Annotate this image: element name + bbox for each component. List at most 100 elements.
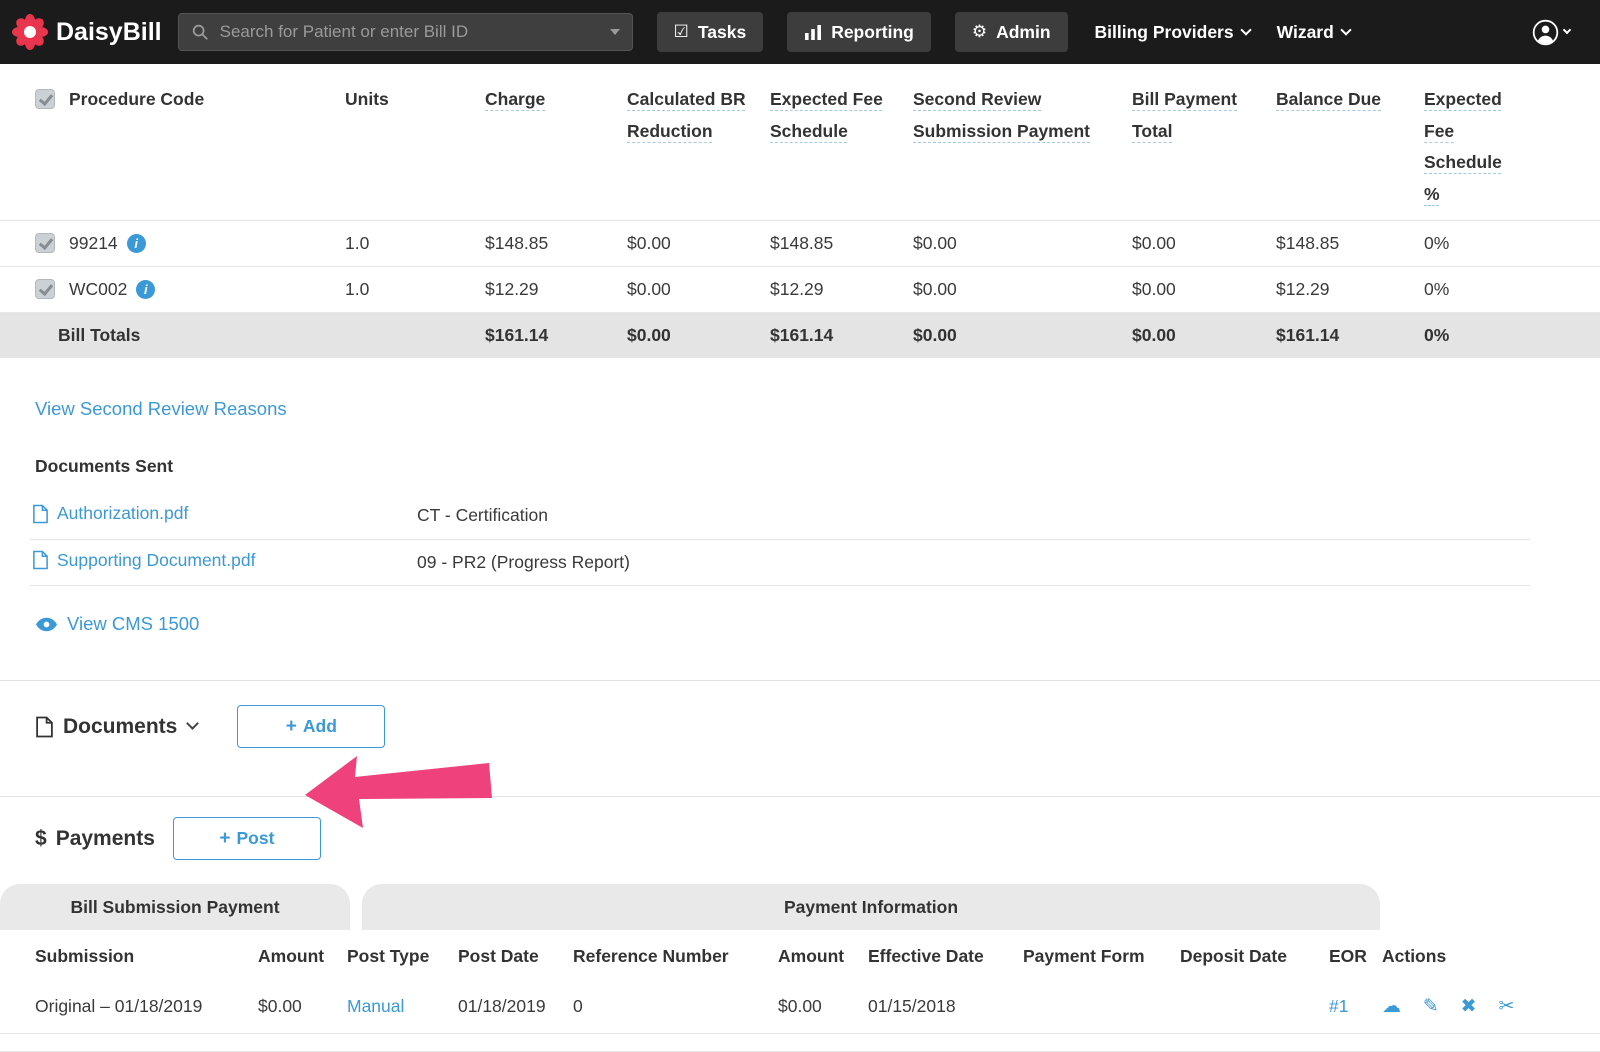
admin-button[interactable]: ⚙ Admin [954,12,1068,52]
table-bottom-divider [0,1034,1600,1052]
reporting-label: Reporting [831,21,914,42]
balance-due-value: $148.85 [1276,220,1424,267]
post-payment-button[interactable]: + Post [172,817,321,860]
edit-payment-icon[interactable]: ✎ [1423,996,1439,1017]
view-cms-1500-link[interactable]: View CMS 1500 [67,613,199,635]
row-checkbox[interactable] [35,279,55,299]
col-reference-number: Reference Number [573,946,729,966]
col-bill-payment-total: Bill Payment Total [1132,64,1276,221]
second-review-payment-value: $0.00 [913,266,1132,313]
eor-link[interactable]: #1 [1329,996,1348,1016]
col-effective-date: Effective Date [868,946,984,966]
view-second-review-reasons-link[interactable]: View Second Review Reasons [35,398,287,419]
plus-icon: + [219,827,231,849]
payments-table: Submission Amount Post Type Post Date Re… [0,930,1600,1034]
document-sent-row: Supporting Document.pdf 09 - PR2 (Progre… [30,539,1530,586]
wizard-menu[interactable]: Wizard [1277,22,1352,43]
documents-panel-title: Documents [63,714,178,738]
col-payment-form: Payment Form [1023,946,1145,966]
profile-menu[interactable] [1532,19,1572,46]
line-items-header-row: Procedure Code Units Charge Calculated B… [0,64,1600,221]
col-label-bill-payment-total[interactable]: Bill Payment Total [1132,84,1257,147]
col-label-charge[interactable]: Charge [485,89,545,109]
document-file-link[interactable]: Supporting Document.pdf [32,550,255,571]
group-payment-information: Payment Information [362,884,1380,930]
document-type: 09 - PR2 (Progress Report) [415,539,1530,586]
dollar-icon: $ [35,826,47,850]
gear-icon: ⚙ [971,22,988,41]
units-value: 1.0 [345,266,485,313]
chevron-down-icon [186,717,200,730]
delete-payment-icon[interactable]: ✖ [1461,996,1477,1017]
document-file-link[interactable]: Authorization.pdf [32,503,188,524]
cut-payment-icon[interactable]: ✂ [1498,996,1514,1017]
documents-panel-toggle[interactable]: Documents [35,714,200,739]
bill-totals-label: Bill Totals [0,312,345,358]
add-document-button[interactable]: + Add [237,705,386,748]
line-item-row: WC002 i 1.0 $12.29 $0.00 $12.29 $0.00 $0.… [0,266,1600,313]
col-deposit-date: Deposit Date [1180,946,1287,966]
col-label-calculated-br-reduction[interactable]: Calculated BR Reduction [627,84,762,147]
tasks-label: Tasks [697,21,747,42]
col-procedure-code: Procedure Code [0,64,345,221]
payments-panel-title-group: $ Payments [35,827,155,851]
payment-amount-value: $0.00 [778,981,868,1034]
col-amount: Amount [258,946,325,966]
reporting-button[interactable]: Reporting [787,12,931,52]
post-date-value: 01/18/2019 [458,981,573,1034]
search-icon [192,24,208,40]
user-avatar-icon [1532,19,1559,45]
search-dropdown-caret-icon[interactable] [609,29,620,35]
payments-header-row: Submission Amount Post Type Post Date Re… [0,930,1600,981]
brand[interactable]: DaisyBill [12,14,162,50]
chevron-down-icon [1340,24,1352,36]
procedure-code: 99214 [69,233,118,253]
info-icon[interactable]: i [126,234,146,253]
col-charge: Charge [485,64,627,221]
info-icon[interactable]: i [136,280,156,299]
col-expected-fee-schedule: Expected Fee Schedule [770,64,913,221]
col-label-expected-fee-schedule[interactable]: Expected Fee Schedule [770,84,900,147]
col-label-balance-due[interactable]: Balance Due [1276,89,1381,109]
deposit-date-value [1180,981,1329,1034]
document-sent-row: Authorization.pdf CT - Certification [30,493,1530,540]
br-reduction-value: $0.00 [627,266,770,313]
row-checkbox[interactable] [35,233,55,253]
download-eor-cloud-icon[interactable]: ☁ [1382,996,1401,1017]
expected-fee-value: $148.85 [770,220,913,267]
col-balance-due: Balance Due [1276,64,1424,221]
expected-fee-pct-value: 0% [1424,266,1600,313]
payments-panel: $ Payments + Post [0,796,1600,880]
payment-form-value [1023,981,1180,1034]
post-payment-label: Post [236,828,275,848]
document-file-name: Authorization.pdf [57,503,189,523]
documents-sent-table: Authorization.pdf CT - Certification Sup… [30,493,1530,586]
admin-label: Admin [996,21,1051,42]
col-payment-amount: Amount [778,946,845,966]
col-label-expected-fee-schedule-pct[interactable]: Expected Fee Schedule % [1424,84,1512,210]
totals-charge: $161.14 [485,312,627,358]
billing-providers-label: Billing Providers [1094,21,1234,42]
tasks-button[interactable]: ☑ Tasks [656,12,764,52]
bill-totals-row: Bill Totals $161.14 $0.00 $161.14 $0.00 … [0,312,1600,358]
documents-panel: Documents + Add [0,681,1600,772]
billing-providers-menu[interactable]: Billing Providers [1094,21,1252,43]
col-label-second-review-submission-payment[interactable]: Second Review Submission Payment [913,84,1113,147]
payments-table-groups: Bill Submission Payment Payment Informat… [0,884,1600,930]
chevron-down-icon [1239,24,1252,36]
pdf-file-icon [33,550,48,570]
col-actions: Actions [1382,946,1447,966]
top-navbar: DaisyBill ☑ Tasks Reporting ⚙ Admin Bill… [0,0,1600,64]
col-units: Units [345,64,485,221]
global-search [177,13,633,51]
pdf-file-icon [33,504,48,523]
bill-payment-total-value: $0.00 [1132,220,1276,267]
select-all-checkbox[interactable] [35,89,55,109]
totals-balance-due: $161.14 [1276,312,1424,358]
post-type-link[interactable]: Manual [347,996,404,1016]
search-input[interactable] [217,21,601,43]
col-label-units: Units [345,89,389,109]
document-type: CT - Certification [415,493,1530,540]
group-bill-submission-payment: Bill Submission Payment [0,884,350,930]
totals-second-review-payment: $0.00 [913,312,1132,358]
